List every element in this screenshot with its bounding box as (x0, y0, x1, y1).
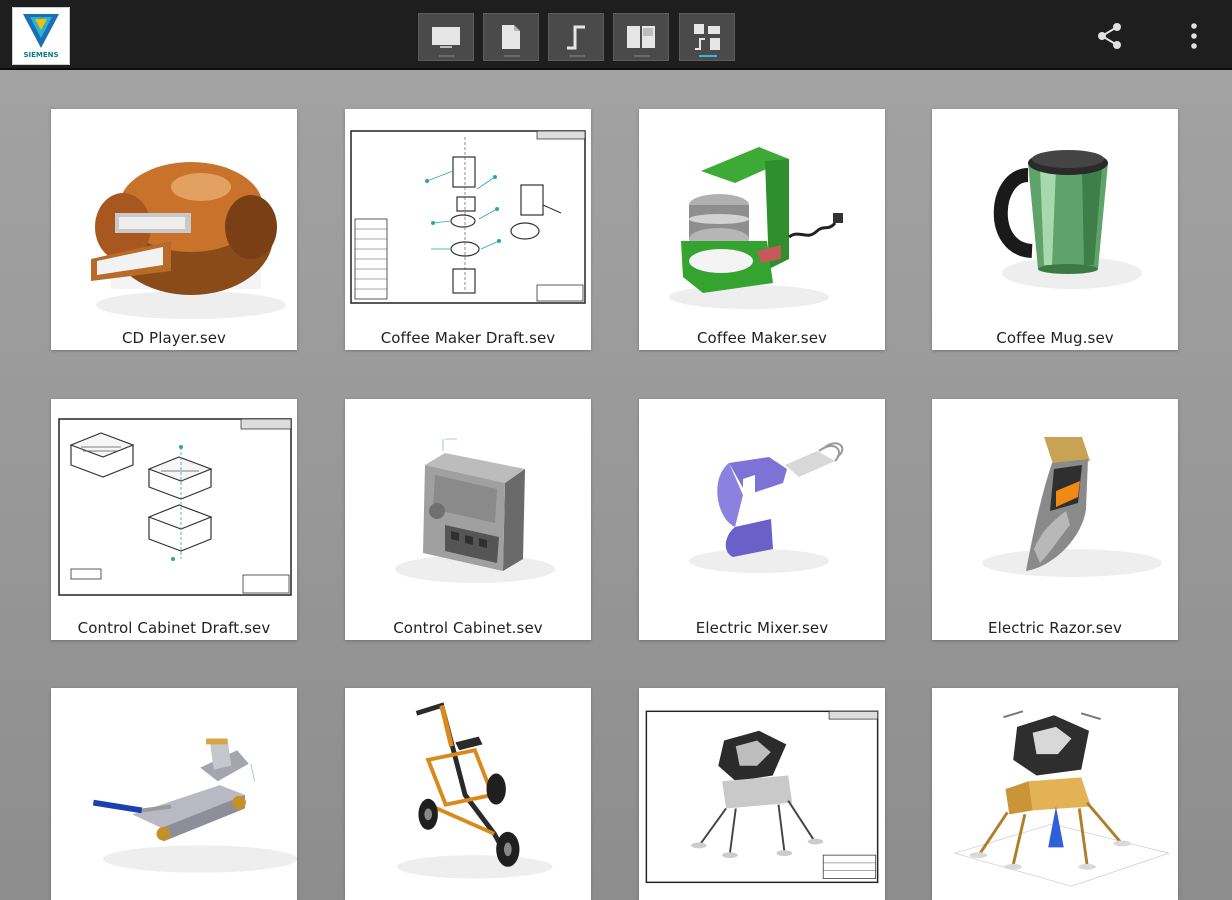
share-button[interactable] (1094, 20, 1126, 52)
file-item[interactable]: CD Player.sev (51, 109, 297, 350)
button-indicator (569, 55, 585, 57)
file-item[interactable]: Coffee Maker.sev (639, 109, 885, 350)
file-item[interactable]: Control Cabinet Draft.sev (51, 399, 297, 640)
stroller-thumbnail (397, 702, 553, 879)
file-item[interactable] (639, 688, 885, 900)
share-icon (1098, 23, 1121, 49)
file-name: Electric Razor.sev (988, 619, 1122, 637)
active-indicator (699, 55, 717, 57)
drawing-sheet-thumbnail (58, 418, 292, 596)
overflow-menu-button[interactable] (1178, 20, 1210, 52)
coffee-maker-thumbnail (669, 147, 843, 309)
grid-view-button[interactable] (679, 13, 735, 61)
file-item[interactable]: Electric Razor.sev (932, 399, 1178, 640)
single-view-button[interactable] (418, 13, 474, 61)
file-item[interactable]: Control Cabinet.sev (345, 399, 591, 640)
file-item[interactable]: Electric Mixer.sev (639, 399, 885, 640)
split-view-icon (627, 26, 655, 48)
lunar-lander-model-thumbnail (953, 710, 1171, 887)
button-indicator (439, 55, 455, 57)
step-view-button[interactable] (548, 13, 604, 61)
file-name: Electric Mixer.sev (695, 619, 829, 637)
control-cabinet-thumbnail (395, 438, 555, 583)
button-indicator (634, 55, 650, 57)
lunar-lander-drawing-thumbnail (645, 710, 879, 884)
drawing-sheet-thumbnail (350, 130, 586, 304)
file-name: Control Cabinet.sev (393, 619, 543, 637)
file-name: Coffee Maker.sev (696, 329, 828, 347)
electric-razor-thumbnail (982, 437, 1162, 577)
siemens-logo[interactable]: SIEMENS (12, 7, 70, 65)
floor-jack-thumbnail (92, 738, 297, 873)
file-name: Coffee Mug.sev (996, 329, 1114, 347)
file-name: Coffee Maker Draft.sev (380, 329, 556, 347)
grid-view-icon (694, 24, 720, 50)
step-line-icon (567, 25, 585, 50)
file-item[interactable]: Coffee Mug.sev (932, 109, 1178, 350)
action-bar: SIEMENS (0, 0, 1232, 70)
file-item[interactable]: Coffee Maker Draft.sev (345, 109, 591, 350)
svg-text:SIEMENS: SIEMENS (23, 51, 58, 59)
document-icon (502, 25, 520, 49)
single-view-icon (432, 27, 460, 48)
electric-mixer-thumbnail (689, 442, 844, 573)
siemens-v-icon: SIEMENS (17, 14, 65, 59)
coffee-mug-thumbnail (993, 150, 1142, 289)
overflow-menu-icon (1191, 23, 1197, 49)
file-name: CD Player.sev (121, 329, 227, 347)
document-view-button[interactable] (483, 13, 539, 61)
file-item[interactable] (51, 688, 297, 900)
file-item[interactable] (345, 688, 591, 900)
file-item[interactable] (932, 688, 1178, 900)
split-view-button[interactable] (613, 13, 669, 61)
file-name: Control Cabinet Draft.sev (77, 619, 271, 637)
button-indicator (504, 55, 520, 57)
cd-player-thumbnail (91, 162, 286, 319)
